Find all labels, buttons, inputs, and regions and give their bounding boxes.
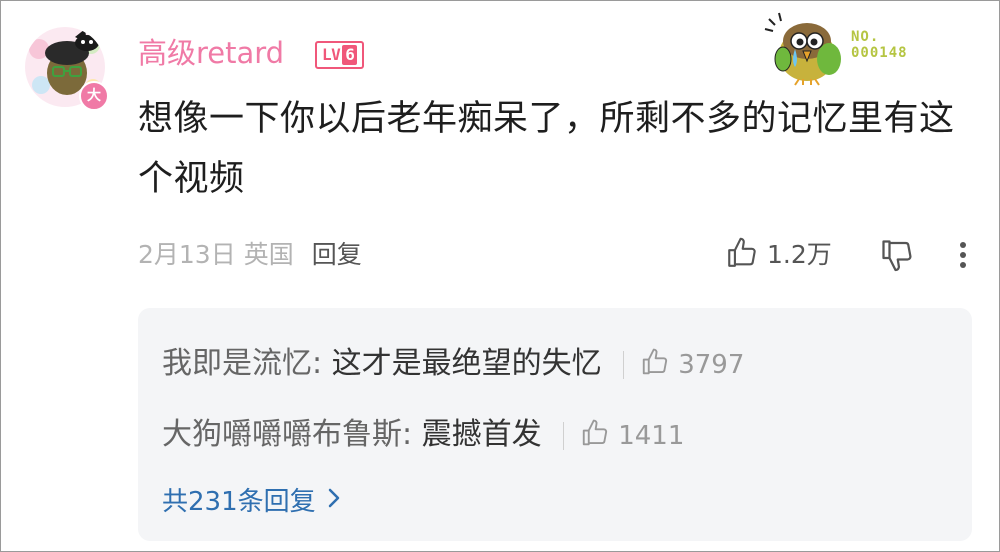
reply-like-button[interactable]: 3797 bbox=[623, 348, 745, 380]
thumbs-down-icon bbox=[882, 240, 912, 272]
view-all-replies-link[interactable]: 共231条回复 bbox=[162, 482, 342, 522]
bird-icon bbox=[764, 12, 841, 86]
reply-like-count: 3797 bbox=[678, 349, 745, 380]
reply-author[interactable]: 我即是流忆 bbox=[162, 346, 312, 381]
reply-item[interactable]: 我即是流忆: 这才是最绝望的失忆 3797 bbox=[162, 344, 744, 384]
reply-item[interactable]: 大狗嚼嚼嚼布鲁斯: 震撼首发 1411 bbox=[162, 415, 684, 455]
like-count: 1.2万 bbox=[767, 240, 832, 269]
comment-text: 想像一下你以后老年痴呆了，所剩不多的记忆里有这个视频 bbox=[138, 99, 955, 199]
level-badge: LV 6 bbox=[315, 41, 365, 69]
level-number: 6 bbox=[342, 45, 358, 65]
avatar[interactable]: 大 bbox=[25, 27, 109, 111]
reply-separator: : bbox=[312, 346, 332, 381]
avatar-vip-badge: 大 bbox=[79, 81, 109, 111]
level-prefix: LV bbox=[322, 45, 341, 64]
reply-author[interactable]: 大狗嚼嚼嚼布鲁斯 bbox=[162, 417, 402, 452]
comment-date: 2月13日 bbox=[138, 240, 236, 269]
chevron-right-icon bbox=[326, 481, 342, 521]
reply-like-count: 1411 bbox=[618, 420, 685, 451]
fan-badge-number: NO. 000148 bbox=[851, 29, 908, 61]
thumbs-up-icon bbox=[728, 237, 756, 267]
comment-meta: 2月13日 英国 回复 bbox=[138, 235, 362, 275]
thumbs-up-icon bbox=[643, 348, 668, 375]
dislike-button[interactable] bbox=[879, 237, 915, 273]
comment-card: 大 高级retard LV 6 NO. 000148 想像一下你以后老年痴呆了，… bbox=[0, 0, 1000, 552]
replies-panel: 我即是流忆: 这才是最绝望的失忆 3797 大狗嚼嚼嚼布鲁斯: 震撼首发 141… bbox=[138, 308, 972, 541]
more-vertical-icon bbox=[960, 242, 966, 268]
thumbs-up-icon bbox=[583, 419, 608, 446]
fan-badge[interactable]: NO. 000148 bbox=[761, 11, 961, 91]
username[interactable]: 高级retard bbox=[138, 33, 284, 73]
reply-content: 震撼首发 bbox=[421, 417, 542, 452]
reply-like-button[interactable]: 1411 bbox=[563, 419, 685, 451]
reply-content: 这才是最绝望的失忆 bbox=[331, 346, 602, 381]
more-button[interactable] bbox=[951, 239, 975, 271]
fan-badge-number-text: NO. 000148 bbox=[851, 29, 908, 61]
like-button[interactable]: 1.2万 bbox=[725, 235, 832, 275]
comment-location: 英国 bbox=[243, 240, 294, 269]
total-replies-label: 共231条回复 bbox=[162, 487, 316, 517]
reply-button[interactable]: 回复 bbox=[312, 240, 362, 269]
reply-separator: : bbox=[402, 417, 422, 452]
